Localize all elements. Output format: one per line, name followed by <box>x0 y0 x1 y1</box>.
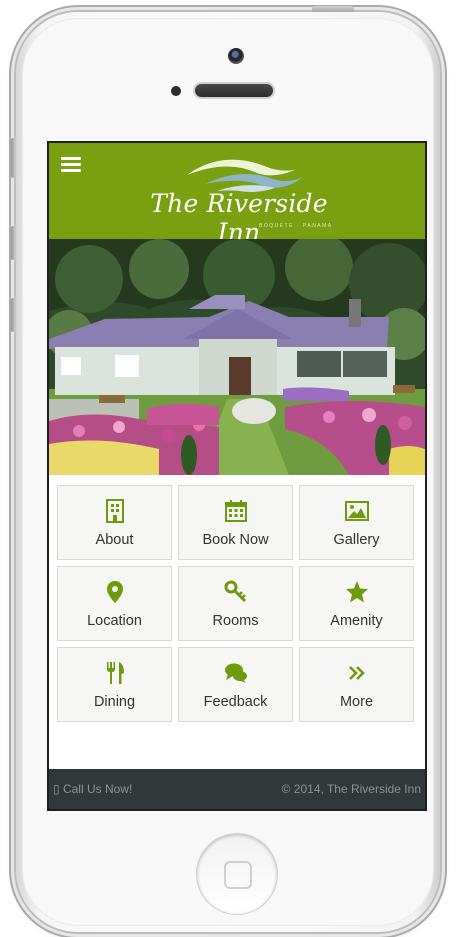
app-footer: ▯ Call Us Now! © 2014, The Riverside Inn <box>49 769 425 809</box>
amenity-tile[interactable]: Amenity <box>299 566 414 641</box>
dining-tile[interactable]: Dining <box>57 647 172 722</box>
home-button[interactable] <box>197 834 277 914</box>
tile-label: Location <box>87 613 142 629</box>
tile-label: Book Now <box>202 532 269 548</box>
star-icon <box>345 580 369 604</box>
front-camera <box>228 48 244 64</box>
tile-label: More <box>339 694 374 710</box>
tile-label: About <box>95 532 134 548</box>
map-marker-icon <box>103 580 127 604</box>
gallery-tile[interactable]: Gallery <box>299 485 414 560</box>
calendar-icon <box>224 499 248 523</box>
call-us-label: Call Us Now! <box>62 782 133 796</box>
volume-down-button <box>11 298 17 332</box>
logo-subtitle: BOQUETE · PANAMA <box>259 223 333 229</box>
hero-inn-photo <box>49 239 425 475</box>
volume-up-button <box>11 226 17 260</box>
mobile-phone-icon: ▯ <box>53 782 60 796</box>
rooms-tile[interactable]: Rooms <box>178 566 293 641</box>
app-screen: The Riverside Inn BOQUETE · PANAMA About… <box>47 141 427 811</box>
tile-label: Amenity <box>330 613 383 629</box>
home-square-icon <box>224 861 252 889</box>
hamburger-menu-icon[interactable] <box>61 157 81 173</box>
tile-label: Gallery <box>333 532 380 548</box>
building-icon <box>103 499 127 523</box>
double-chevron-right-icon <box>345 661 369 685</box>
more-tile[interactable]: More <box>299 647 414 722</box>
book-now-tile[interactable]: Book Now <box>178 485 293 560</box>
tile-label: Dining <box>93 694 136 710</box>
location-tile[interactable]: Location <box>57 566 172 641</box>
menu-grid: About Book Now Gallery Location Rooms Am… <box>57 485 417 722</box>
key-icon <box>224 580 248 604</box>
copyright-text: © 2014, The Riverside Inn <box>281 782 421 796</box>
proximity-sensor <box>171 86 181 96</box>
power-button <box>312 6 354 12</box>
feedback-tile[interactable]: Feedback <box>178 647 293 722</box>
image-icon <box>344 499 369 523</box>
mute-switch <box>11 138 17 178</box>
tile-label: Rooms <box>212 613 259 629</box>
cutlery-icon <box>103 661 127 685</box>
chat-bubbles-icon <box>224 661 248 685</box>
tile-label: Feedback <box>203 694 268 710</box>
about-tile[interactable]: About <box>57 485 172 560</box>
app-header: The Riverside Inn BOQUETE · PANAMA <box>49 143 425 247</box>
earpiece-speaker <box>195 84 273 97</box>
call-us-link[interactable]: ▯ Call Us Now! <box>53 782 132 796</box>
